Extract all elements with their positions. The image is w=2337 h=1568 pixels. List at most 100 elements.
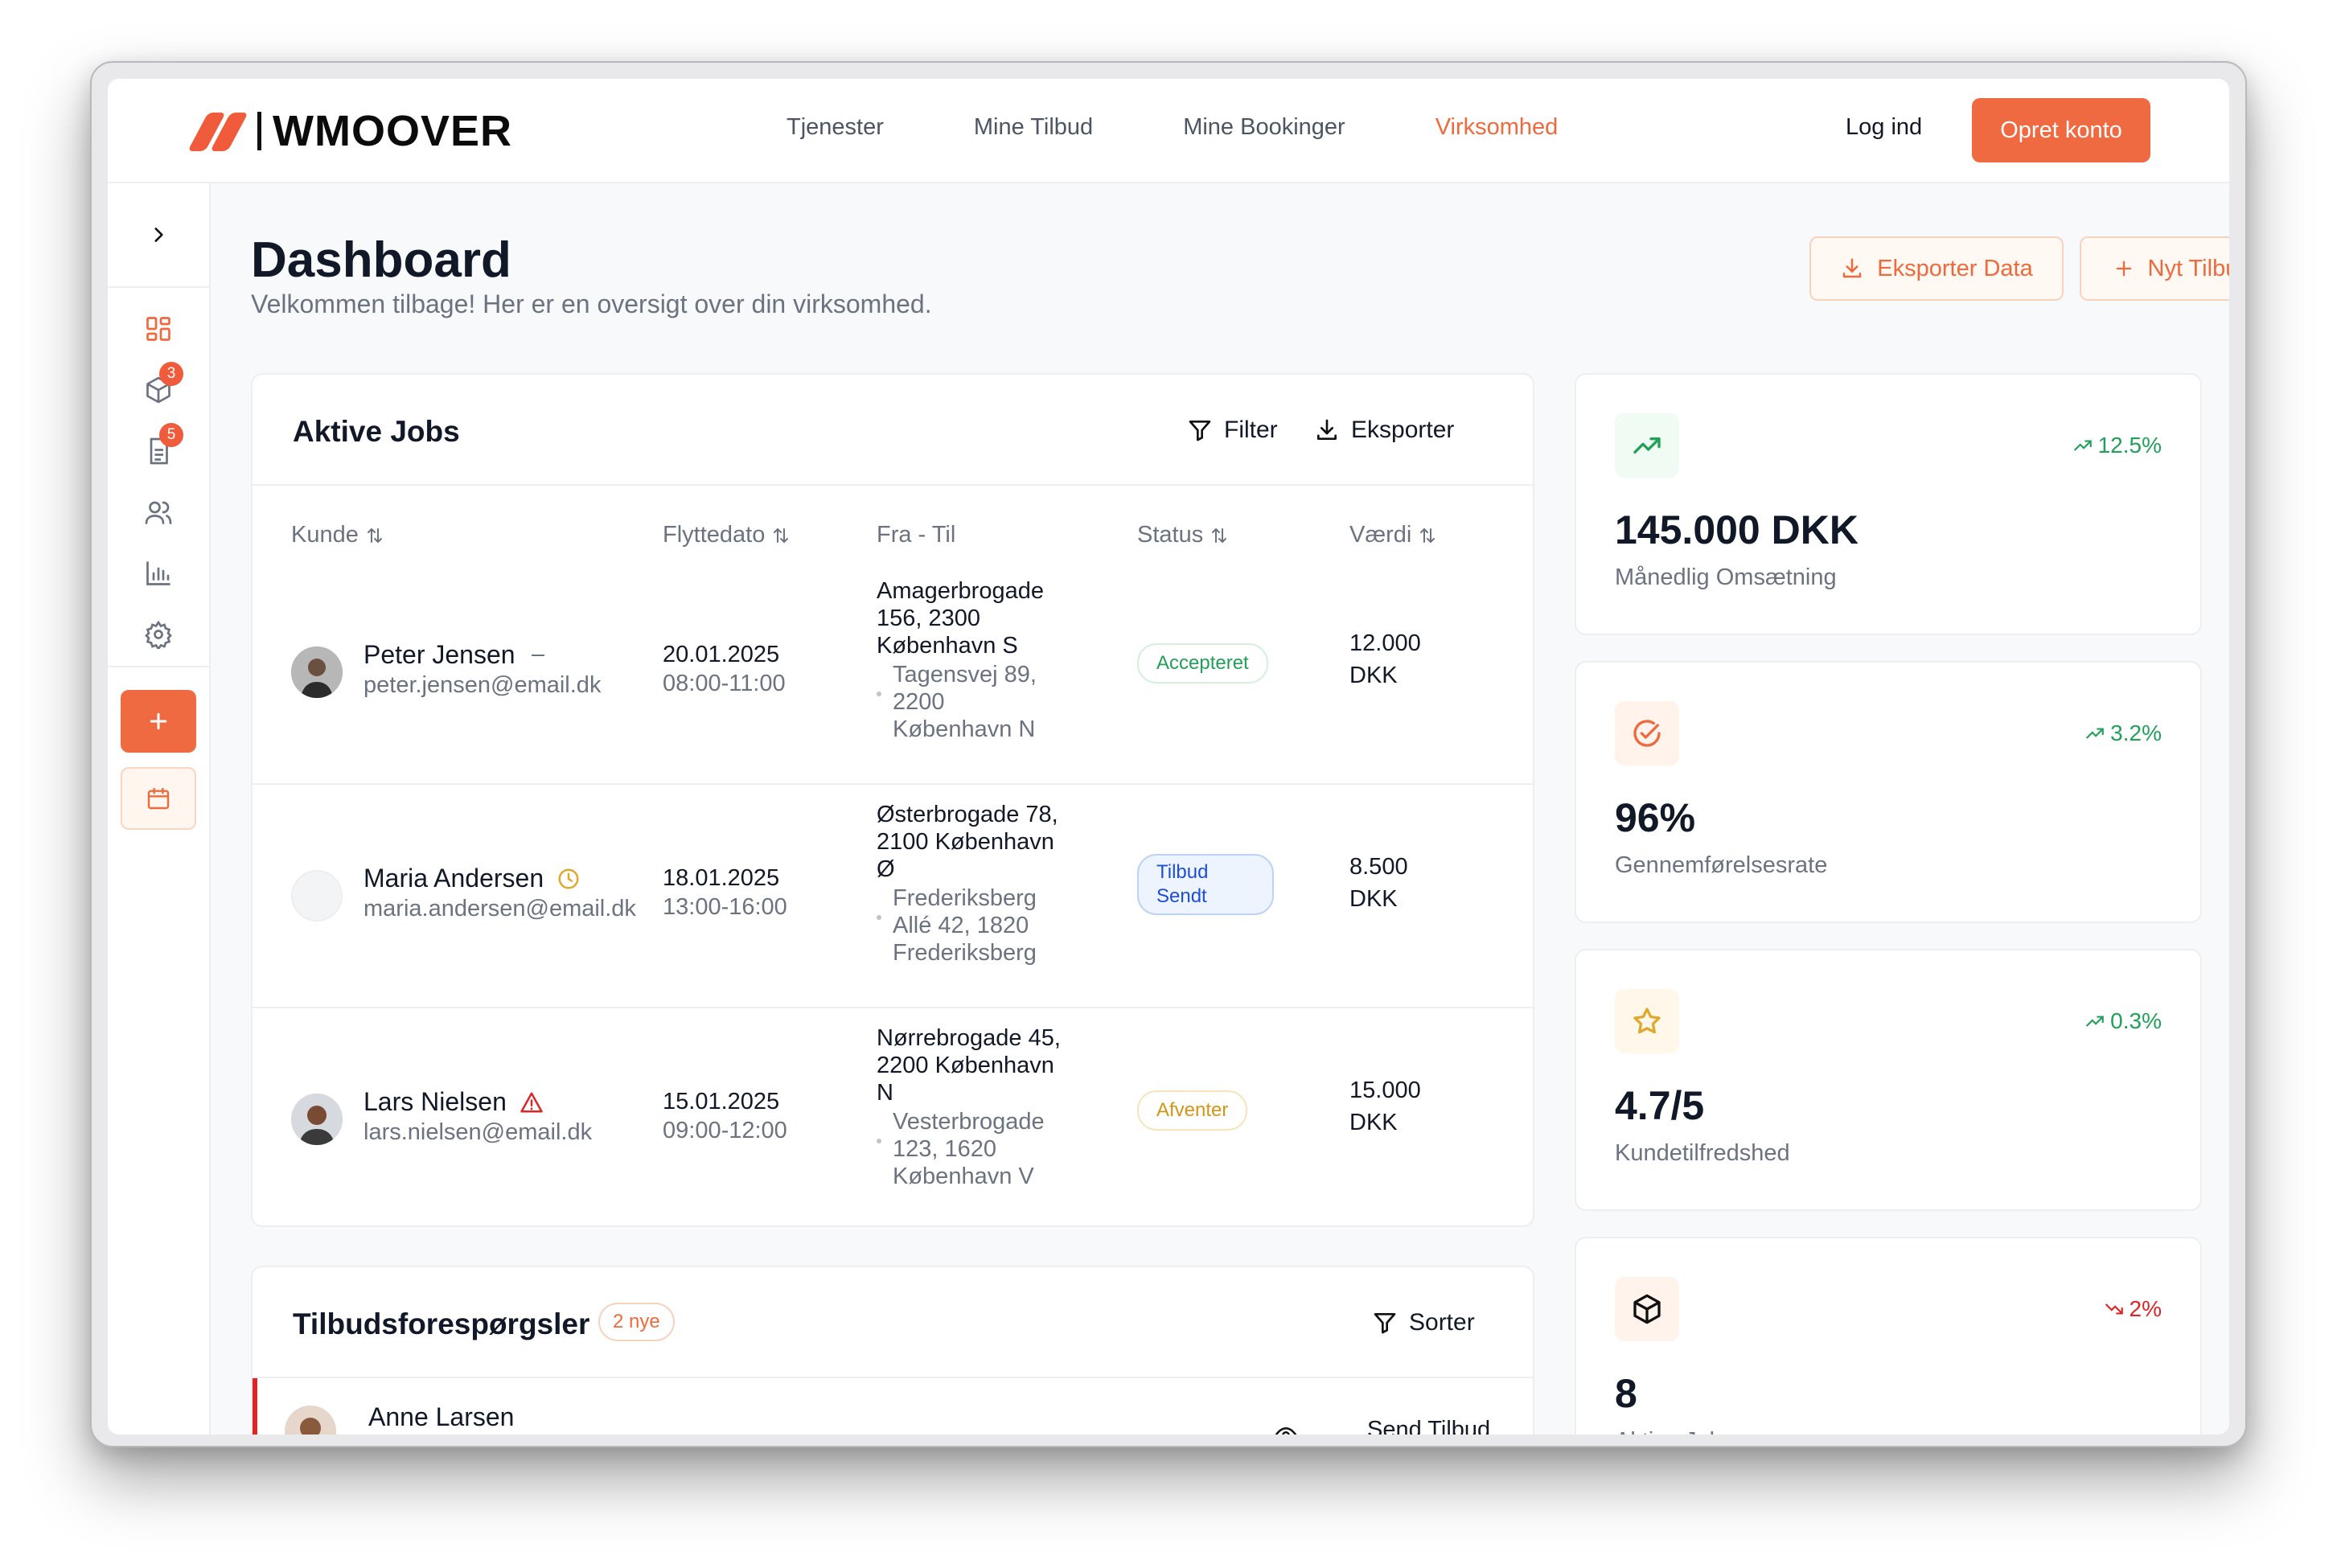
app-window: WMOOVER Tjenester Mine Tilbud Mine Booki…	[108, 79, 2229, 1435]
brand-logo[interactable]: WMOOVER	[187, 107, 512, 155]
trending-up-icon	[1615, 413, 1679, 478]
trend-indicator: 0.3%	[2084, 1008, 2162, 1034]
sidebar-item-customers[interactable]	[140, 494, 177, 531]
star-icon	[1615, 989, 1679, 1053]
users-icon	[145, 501, 172, 524]
customer-email: lars.nielsen@email.dk	[363, 1119, 593, 1145]
brand-name: WMOOVER	[273, 107, 512, 155]
table-row[interactable]: Maria Andersen maria.andersen@email.dk 1…	[253, 783, 1533, 1007]
column-header-status[interactable]: Status	[1137, 522, 1229, 548]
eye-icon[interactable]	[1274, 1423, 1298, 1435]
move-time: 08:00-11:00	[663, 671, 786, 696]
move-time: 09:00-12:00	[663, 1118, 787, 1143]
export-jobs-label: Eksporter	[1351, 417, 1455, 443]
column-header-fra-til: Fra - Til	[877, 522, 956, 548]
route-dot-icon	[877, 1139, 881, 1143]
card-header-divider	[253, 1377, 1533, 1378]
column-header-kunde[interactable]: Kunde	[291, 522, 384, 548]
to-address: Tagensvej 89, 2200 København N	[893, 662, 1037, 742]
trend-down-icon	[2105, 1303, 2123, 1315]
trend-indicator: 3.2%	[2084, 720, 2162, 746]
logo-mark-icon	[187, 111, 248, 151]
move-date: 18.01.2025	[663, 865, 780, 891]
filter-button[interactable]: Filter	[1187, 417, 1278, 444]
avatar	[285, 1406, 336, 1435]
nav-link-virksomhed[interactable]: Virksomhed	[1435, 114, 1559, 141]
stat-card-active-jobs: 2% 8 Aktive Jobs	[1575, 1237, 2202, 1435]
sidebar-divider	[108, 666, 209, 667]
sidebar-item-offers[interactable]: 5	[140, 423, 183, 470]
to-address: Frederiksberg Allé 42, 1820 Frederiksber…	[893, 885, 1037, 966]
customer-name: Peter Jensen	[363, 640, 548, 670]
new-offer-label: Nyt Tilbud	[2147, 255, 2229, 281]
active-jobs-title: Aktive Jobs	[293, 415, 460, 448]
jobs-badge: 3	[159, 362, 183, 386]
send-offer-button[interactable]: Send Tilbud	[1367, 1417, 1490, 1435]
top-navbar: WMOOVER Tjenester Mine Tilbud Mine Booki…	[108, 79, 2229, 183]
dash-icon	[531, 654, 544, 656]
stat-label: Gennemførelsesrate	[1615, 852, 1828, 878]
warning-icon	[520, 1092, 543, 1112]
signup-button[interactable]: Opret konto	[1972, 98, 2150, 162]
browser-frame: WMOOVER Tjenester Mine Tilbud Mine Booki…	[90, 61, 2247, 1447]
stat-value: 96%	[1615, 795, 1696, 840]
stat-card-completion: 3.2% 96% Gennemførelsesrate	[1575, 661, 2202, 923]
sidebar-calendar-button[interactable]	[121, 767, 196, 830]
to-address: Vesterbrogade 123, 1620 København V	[893, 1109, 1045, 1189]
stat-label: Aktive Jobs	[1615, 1428, 1734, 1435]
nav-link-tjenester[interactable]: Tjenester	[787, 114, 884, 141]
download-icon	[1317, 419, 1337, 440]
status-badge: Tilbud Sendt	[1137, 854, 1274, 915]
table-row[interactable]: Lars Nielsen lars.nielsen@email.dk 15.01…	[253, 1007, 1533, 1225]
export-data-button[interactable]: Eksporter Data	[1809, 236, 2064, 301]
route-dot-icon	[877, 915, 881, 920]
offers-badge: 5	[159, 423, 183, 447]
sidebar-item-settings[interactable]	[140, 616, 177, 653]
plus-icon	[2116, 261, 2131, 277]
nav-link-mine-tilbud[interactable]: Mine Tilbud	[974, 114, 1093, 141]
sort-icon	[367, 527, 382, 543]
route-dot-icon	[877, 692, 881, 696]
avatar	[291, 646, 343, 698]
login-link[interactable]: Log ind	[1846, 114, 1922, 141]
export-data-label: Eksporter Data	[1877, 255, 2033, 281]
stat-value: 4.7/5	[1615, 1083, 1705, 1128]
card-header-divider	[253, 484, 1533, 486]
table-row[interactable]: Peter Jensen peter.jensen@email.dk 20.01…	[253, 560, 1533, 783]
sidebar-expand-button[interactable]	[108, 183, 209, 288]
sidebar-item-reports[interactable]	[140, 555, 177, 592]
stat-card-satisfaction: 0.3% 4.7/5 Kundetilfredshed	[1575, 949, 2202, 1211]
main-nav: Tjenester Mine Tilbud Mine Bookinger Vir…	[787, 114, 1648, 141]
customer-name: Lars Nielsen	[363, 1087, 544, 1117]
sort-icon	[1420, 527, 1435, 543]
bar-chart-icon	[146, 561, 170, 585]
logo-divider	[257, 112, 261, 150]
new-requests-badge: 2 nye	[598, 1303, 675, 1341]
export-jobs-button[interactable]: Eksporter	[1314, 417, 1454, 444]
clock-icon	[558, 868, 579, 889]
sort-button[interactable]: Sorter	[1372, 1309, 1475, 1336]
download-icon	[1843, 258, 1862, 278]
sidebar: 3 5	[108, 183, 211, 1435]
request-customer-name: Anne Larsen	[368, 1402, 515, 1431]
move-date: 15.01.2025	[663, 1089, 780, 1114]
from-address: Nørrebrogade 45, 2200 København N	[877, 1025, 1061, 1106]
customer-email: maria.andersen@email.dk	[363, 896, 636, 922]
sidebar-add-button[interactable]	[121, 690, 196, 753]
trend-up-icon	[2086, 728, 2105, 739]
trend-indicator: 12.5%	[2072, 433, 2162, 458]
stat-label: Kundetilfredshed	[1615, 1140, 1790, 1166]
sidebar-item-jobs[interactable]: 3	[140, 362, 183, 408]
trend-up-icon	[2086, 1016, 2105, 1027]
column-header-flyttedato[interactable]: Flyttedato	[663, 522, 791, 548]
sort-icon	[774, 527, 789, 543]
grid-icon	[146, 317, 170, 341]
new-offer-button[interactable]: Nyt Tilbud	[2080, 236, 2229, 301]
nav-link-mine-bookinger[interactable]: Mine Bookinger	[1183, 114, 1345, 141]
sidebar-item-dashboard[interactable]	[140, 310, 177, 347]
column-header-vaerdi[interactable]: Værdi	[1349, 522, 1437, 548]
from-address: Østerbrogade 78, 2100 København Ø	[877, 802, 1058, 882]
avatar	[291, 1094, 343, 1145]
sort-icon	[1212, 527, 1227, 543]
stat-label: Månedlig Omsætning	[1615, 564, 1837, 590]
